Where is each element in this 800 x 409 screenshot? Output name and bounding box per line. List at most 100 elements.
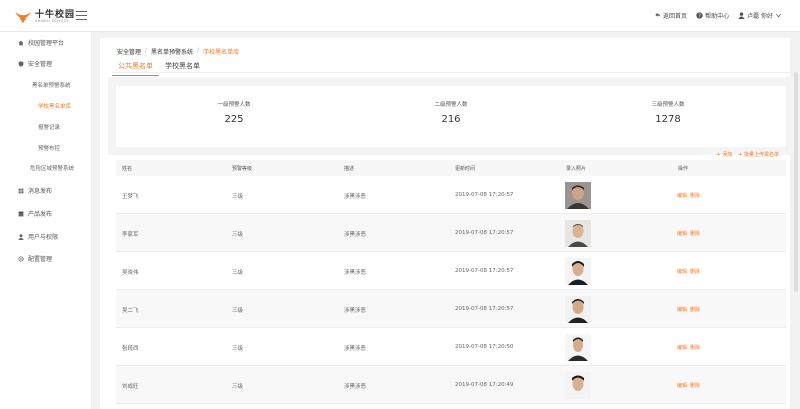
help-link-label: 帮助中心 — [705, 13, 730, 20]
scrollbar[interactable] — [794, 72, 798, 292]
shield-icon — [18, 60, 24, 67]
delete-link[interactable]: 删除 — [690, 230, 700, 237]
breadcrumb: 安全管理 / 黑名单预警系统 / 学校黑名单库 — [117, 47, 240, 56]
column-header: 描述 — [344, 166, 355, 172]
cell-level: 三级 — [232, 308, 244, 314]
sidebar-item-label: 产品发布 — [28, 211, 53, 218]
person-photo[interactable] — [565, 220, 591, 247]
sidebar-item-label: 校园管理平台 — [28, 40, 65, 47]
sidebar: 校园管理平台 安全管理 黑名单预警系统 学校黑名单库 报警记录 预警布控 危险区… — [0, 32, 92, 409]
brand-subtitle: SHINIU SCHOOL — [35, 18, 70, 23]
edit-link[interactable]: 编辑 — [677, 382, 687, 389]
column-header: 操作 — [678, 166, 689, 172]
box-icon — [18, 211, 24, 216]
stat-label: 二级预警人数 — [434, 102, 468, 108]
bull-logo-icon — [15, 11, 31, 24]
logo[interactable]: 十牛校园 SHINIU SCHOOL — [14, 8, 75, 26]
delete-link[interactable]: 删除 — [690, 306, 700, 313]
sidebar-item-label: 用户与权限 — [28, 234, 59, 241]
cell-time: 2019-07-08 17:20:49 — [455, 382, 514, 388]
stat-label: 一级预警人数 — [217, 102, 251, 108]
sidebar-item-messages[interactable]: 消息发布 — [18, 186, 52, 195]
cell-name: 吴晓伟 — [122, 270, 139, 276]
delete-link[interactable]: 删除 — [690, 192, 700, 199]
cell-time: 2019-07-08 17:20:50 — [455, 344, 514, 350]
stat-level-3: 三级预警人数 1278 — [608, 100, 728, 125]
sidebar-item-label: 消息发布 — [28, 188, 53, 195]
sidebar-item-products[interactable]: 产品发布 — [18, 209, 52, 218]
edit-link[interactable]: 编辑 — [677, 230, 687, 237]
cell-name: 王梦飞 — [122, 194, 139, 200]
menu-toggle-icon[interactable] — [76, 11, 87, 20]
edit-link[interactable]: 编辑 — [677, 306, 687, 313]
table-row: 李家军 三级 涉黑涉恶 2019-07-08 17:20:57 编辑 删除 — [116, 214, 786, 252]
add-button[interactable]: + 添加 — [716, 151, 732, 158]
user-icon — [18, 233, 24, 240]
home-link[interactable]: 返回首页 — [654, 11, 687, 20]
sidebar-item-users[interactable]: 用户与权限 — [18, 232, 58, 241]
delete-link[interactable]: 删除 — [690, 344, 700, 351]
help-icon: ? — [696, 12, 703, 19]
table-row: 吴晓伟 三级 涉黑涉恶 2019-07-08 17:20:57 编辑 删除 — [116, 252, 786, 290]
home-link-label: 返回首页 — [663, 13, 688, 20]
cell-time: 2019-07-08 17:20:57 — [455, 306, 514, 312]
sidebar-sub-danger-zone[interactable]: 危险区域预警系统 — [30, 164, 74, 172]
cell-level: 三级 — [232, 270, 244, 276]
person-photo[interactable] — [565, 372, 591, 399]
column-header: 姓名 — [122, 166, 133, 172]
edit-link[interactable]: 编辑 — [677, 268, 687, 275]
cell-time: 2019-07-08 17:20:57 — [455, 192, 514, 198]
cell-desc: 涉黑涉恶 — [344, 232, 367, 238]
user-menu[interactable]: 卢磊 你好 — [738, 11, 782, 20]
sidebar-sub-blacklist-system[interactable]: 黑名单预警系统 — [32, 81, 71, 89]
cell-time: 2019-07-08 17:20:57 — [455, 268, 514, 274]
gear-icon — [18, 255, 24, 262]
breadcrumb-item[interactable]: 安全管理 — [117, 47, 141, 56]
main-content: 安全管理 / 黑名单预警系统 / 学校黑名单库 公共黑名单 学校黑名单 一级预警… — [92, 32, 800, 409]
delete-link[interactable]: 删除 — [690, 382, 700, 389]
table-row: 刘成旺 三级 涉黑涉恶 2019-07-08 17:20:49 编辑 删除 — [116, 366, 786, 404]
cell-name: 刘成旺 — [122, 384, 139, 390]
help-link[interactable]: ? 帮助中心 — [696, 11, 729, 20]
table-actions: + 添加 + 批量上传黑名单 — [716, 151, 779, 158]
edit-link[interactable]: 编辑 — [677, 344, 687, 351]
cell-name: 张段西 — [122, 346, 139, 352]
cell-time: 2019-07-08 17:20:57 — [455, 230, 514, 236]
cell-desc: 涉黑涉恶 — [344, 384, 367, 390]
stat-value: 1278 — [655, 114, 681, 125]
person-photo[interactable] — [565, 182, 591, 209]
stat-value: 216 — [441, 114, 461, 125]
home-icon — [18, 40, 24, 45]
person-photo[interactable] — [565, 258, 591, 285]
blacklist-table: 姓名 预警等级 描述 更新时间 录入照片 操作 王梦飞 三级 涉黑涉恶 2019… — [116, 160, 786, 404]
chevron-down-icon — [776, 13, 781, 18]
cell-level: 三级 — [232, 232, 244, 238]
cell-level: 三级 — [232, 194, 244, 200]
svg-text:?: ? — [698, 13, 701, 19]
stat-value: 225 — [224, 114, 244, 125]
column-header: 预警等级 — [232, 166, 253, 172]
breadcrumb-current: 学校黑名单库 — [203, 49, 240, 56]
batch-upload-button[interactable]: + 批量上传黑名单 — [738, 151, 779, 158]
person-photo[interactable] — [565, 334, 591, 361]
sidebar-item-config[interactable]: 配置管理 — [18, 254, 52, 263]
sidebar-sub-school-blacklist[interactable]: 学校黑名单库 — [38, 102, 71, 110]
stat-level-1: 一级预警人数 225 — [174, 100, 294, 125]
edit-link[interactable]: 编辑 — [677, 192, 687, 199]
sidebar-sub-warning-control[interactable]: 预警布控 — [38, 144, 60, 152]
breadcrumb-item[interactable]: 黑名单预警系统 — [151, 47, 193, 56]
sidebar-item-label: 安全管理 — [28, 61, 53, 68]
sidebar-sub-alarm-records[interactable]: 报警记录 — [38, 123, 60, 131]
cell-level: 三级 — [232, 346, 244, 352]
top-bar: 十牛校园 SHINIU SCHOOL 返回首页 ? 帮助中心 卢磊 你好 — [0, 0, 800, 32]
stat-label: 三级预警人数 — [651, 102, 685, 108]
cell-name: 吴二飞 — [122, 308, 139, 314]
delete-link[interactable]: 删除 — [690, 268, 700, 275]
person-photo[interactable] — [565, 296, 591, 323]
sidebar-item-security[interactable]: 安全管理 — [18, 59, 52, 68]
user-name: 卢磊 你好 — [747, 13, 773, 20]
user-icon — [738, 12, 745, 19]
table-row: 张段西 三级 涉黑涉恶 2019-07-08 17:20:50 编辑 删除 — [116, 328, 786, 366]
sidebar-item-platform[interactable]: 校园管理平台 — [18, 38, 64, 47]
table-row: 王梦飞 三级 涉黑涉恶 2019-07-08 17:20:57 编辑 删除 — [116, 176, 786, 214]
